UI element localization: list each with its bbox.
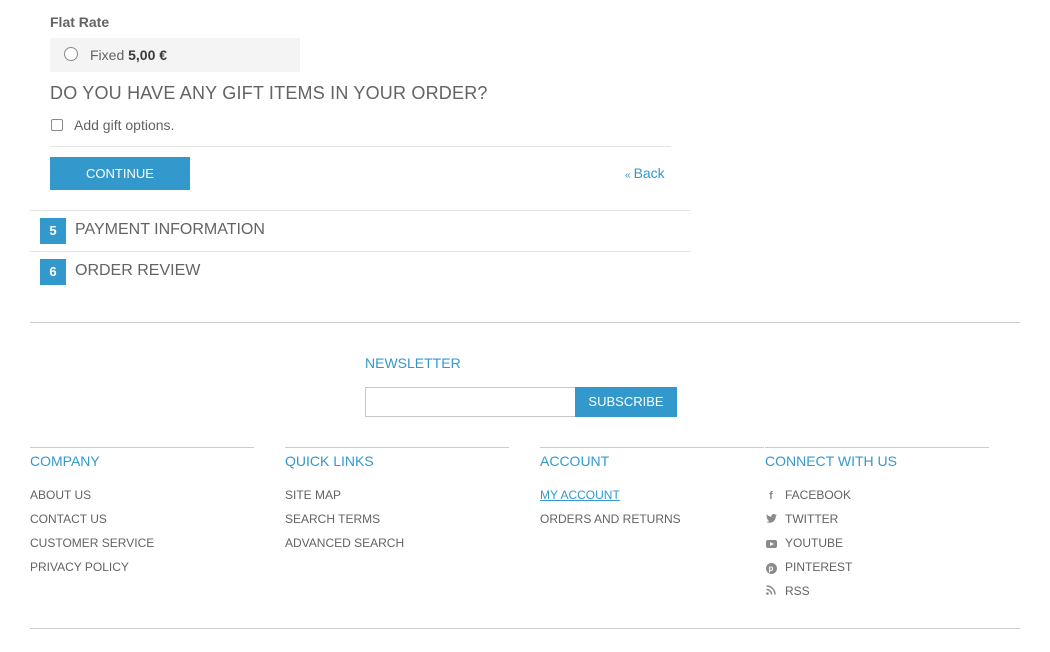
column-divider <box>285 447 509 448</box>
social-link-pinterest[interactable]: p PINTEREST <box>765 555 989 579</box>
rate-label-text: Fixed <box>90 47 125 63</box>
step-number-review: 6 <box>40 259 66 285</box>
footer-link-about-us[interactable]: ABOUT US <box>30 483 254 507</box>
column-divider <box>765 447 989 448</box>
footer-link-my-account[interactable]: MY ACCOUNT <box>540 483 764 507</box>
account-title: ACCOUNT <box>540 453 610 469</box>
gift-options-checkbox[interactable] <box>51 119 63 131</box>
flat-rate-option[interactable]: Fixed 5,00 € <box>50 38 300 72</box>
social-label: PINTEREST <box>785 560 853 574</box>
social-label: YOUTUBE <box>785 536 844 550</box>
connect-title: CONNECT WITH US <box>765 453 897 469</box>
social-link-youtube[interactable]: YOUTUBE <box>765 531 989 555</box>
footer-link-orders-and-returns[interactable]: ORDERS AND RETURNS <box>540 507 764 531</box>
step-title-review[interactable]: ORDER REVIEW <box>75 262 200 280</box>
social-label: FACEBOOK <box>785 488 852 502</box>
footer-column-connect: CONNECT WITH US f FACEBOOK TWITTER YOUTUB… <box>765 447 989 603</box>
gift-options-label[interactable]: Add gift options. <box>74 117 174 133</box>
youtube-icon <box>765 532 777 556</box>
quick-links-title: QUICK LINKS <box>285 453 374 469</box>
gift-heading: DO YOU HAVE ANY GIFT ITEMS IN YOUR ORDER… <box>50 83 488 103</box>
social-label: RSS <box>785 584 810 598</box>
divider <box>50 146 671 147</box>
divider <box>30 210 691 211</box>
social-label: TWITTER <box>785 512 839 526</box>
footer-column-company: COMPANY ABOUT US CONTACT US CUSTOMER SER… <box>30 447 254 579</box>
flat-rate-label: Fixed 5,00 € <box>90 47 167 63</box>
flat-rate-radio[interactable] <box>64 47 78 61</box>
footer-link-customer-service[interactable]: CUSTOMER SERVICE <box>30 531 254 555</box>
pinterest-icon: p <box>765 556 777 580</box>
facebook-icon: f <box>769 490 773 502</box>
newsletter-email-input[interactable] <box>365 387 576 417</box>
company-title: COMPANY <box>30 453 100 469</box>
footer-top-divider <box>30 322 1020 323</box>
footer-column-quick-links: QUICK LINKS SITE MAP SEARCH TERMS ADVANC… <box>285 447 509 555</box>
rss-icon <box>765 580 777 604</box>
subscribe-button[interactable]: SUBSCRIBE <box>575 387 677 417</box>
footer-link-search-terms[interactable]: SEARCH TERMS <box>285 507 509 531</box>
footer-link-contact-us[interactable]: CONTACT US <box>30 507 254 531</box>
column-divider <box>540 447 764 448</box>
newsletter-title: NEWSLETTER <box>365 355 461 371</box>
back-link[interactable]: «Back <box>625 165 665 181</box>
footer-link-site-map[interactable]: SITE MAP <box>285 483 509 507</box>
shipping-method-title: Flat Rate <box>50 14 110 30</box>
rate-price: 5,00 € <box>128 47 168 63</box>
column-divider <box>30 447 254 448</box>
step-title-payment[interactable]: PAYMENT INFORMATION <box>75 221 265 239</box>
back-label: Back <box>633 165 665 181</box>
social-link-facebook[interactable]: f FACEBOOK <box>765 483 989 507</box>
footer-bottom-divider <box>30 628 1020 629</box>
divider <box>30 251 691 252</box>
footer-column-account: ACCOUNT MY ACCOUNT ORDERS AND RETURNS <box>540 447 764 531</box>
social-link-twitter[interactable]: TWITTER <box>765 507 989 531</box>
social-link-rss[interactable]: RSS <box>765 579 989 603</box>
footer-link-privacy-policy[interactable]: PRIVACY POLICY <box>30 555 254 579</box>
continue-button[interactable]: CONTINUE <box>50 157 190 190</box>
back-prefix: « <box>625 170 631 181</box>
step-number-payment: 5 <box>40 218 66 244</box>
twitter-icon <box>765 508 777 532</box>
footer-link-advanced-search[interactable]: ADVANCED SEARCH <box>285 531 509 555</box>
